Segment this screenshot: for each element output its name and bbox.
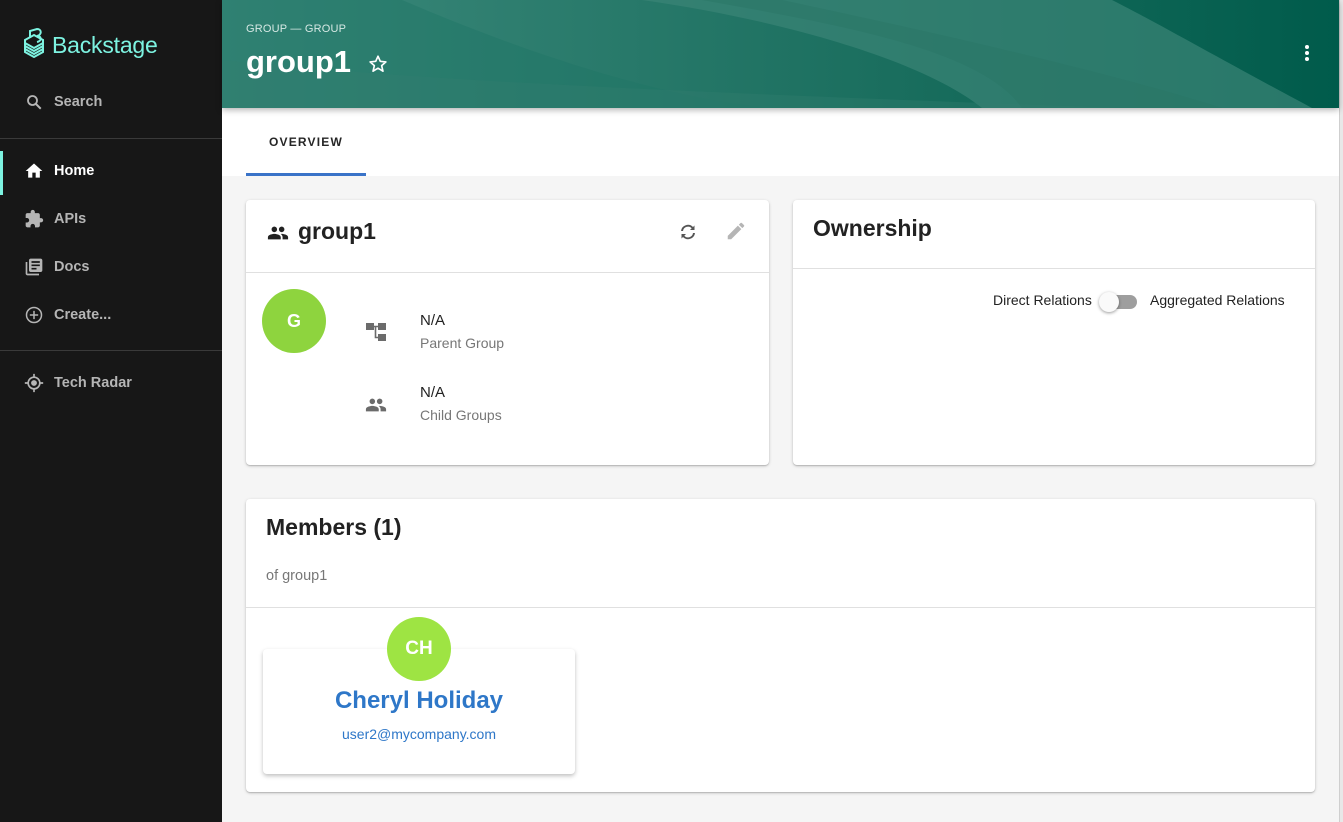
tab-bar: OVERVIEW bbox=[222, 108, 1339, 176]
search-icon bbox=[24, 92, 44, 112]
group-profile-card: group1 G N/A Parent Group N/A Child Grou… bbox=[246, 200, 769, 465]
refresh-icon[interactable] bbox=[676, 220, 700, 249]
add-circle-icon bbox=[24, 305, 44, 325]
page-scrollbar[interactable] bbox=[1339, 0, 1343, 822]
main-content: GROUP — GROUP group1 OVERVIEW group1 G N… bbox=[222, 0, 1339, 822]
parent-group-icon bbox=[365, 321, 387, 348]
group-icon bbox=[266, 222, 290, 249]
sidebar-divider bbox=[0, 350, 222, 351]
child-groups-icon bbox=[364, 394, 388, 421]
puzzle-icon bbox=[24, 209, 44, 229]
child-groups-label: Child Groups bbox=[420, 407, 502, 423]
sidebar-item-label: Home bbox=[54, 163, 95, 179]
ownership-card-title: Ownership bbox=[813, 215, 932, 241]
more-options-icon[interactable] bbox=[1297, 43, 1317, 65]
member-avatar: CH bbox=[387, 617, 451, 681]
page-title: group1 bbox=[246, 44, 352, 79]
sidebar-item-label: Tech Radar bbox=[54, 375, 132, 391]
card-divider bbox=[246, 607, 1315, 608]
card-divider bbox=[793, 268, 1315, 269]
radar-icon bbox=[24, 373, 44, 393]
sidebar-item-apis[interactable]: APIs bbox=[0, 195, 222, 243]
members-card-subtitle: of group1 bbox=[266, 568, 328, 584]
sidebar-item-home[interactable]: Home bbox=[0, 147, 222, 195]
toggle-thumb bbox=[1099, 292, 1119, 312]
sidebar-item-label: Docs bbox=[54, 259, 90, 275]
breadcrumb: GROUP — GROUP bbox=[246, 23, 347, 35]
child-groups-value: N/A bbox=[420, 384, 446, 401]
direct-relations-label: Direct Relations bbox=[993, 292, 1092, 308]
group-avatar: G bbox=[262, 289, 326, 353]
page-header: GROUP — GROUP group1 bbox=[222, 0, 1339, 108]
member-name-link[interactable]: Cheryl Holiday bbox=[263, 687, 575, 715]
sidebar-item-label: Search bbox=[54, 94, 103, 110]
sidebar-item-create[interactable]: Create... bbox=[0, 291, 222, 339]
backstage-logo-icon bbox=[22, 27, 46, 63]
sidebar-item-tech-radar[interactable]: Tech Radar bbox=[0, 359, 222, 407]
sidebar-item-search[interactable]: Search bbox=[0, 78, 222, 126]
sidebar: Backstage Search Home APIs Docs Create..… bbox=[0, 0, 222, 822]
tab-active-indicator bbox=[246, 173, 366, 176]
members-card-title: Members (1) bbox=[266, 514, 402, 540]
home-icon bbox=[24, 161, 44, 181]
sidebar-divider bbox=[0, 138, 222, 139]
sidebar-item-label: APIs bbox=[54, 211, 87, 227]
members-card: Members (1) of group1 Cheryl Holiday use… bbox=[246, 499, 1315, 792]
sidebar-item-label: Create... bbox=[54, 307, 112, 323]
relations-toggle-switch[interactable] bbox=[1099, 291, 1139, 313]
ownership-card: Ownership Direct Relations Aggregated Re… bbox=[793, 200, 1315, 465]
library-books-icon bbox=[24, 257, 44, 277]
favorite-star-icon[interactable] bbox=[367, 53, 389, 80]
sidebar-item-docs[interactable]: Docs bbox=[0, 243, 222, 291]
parent-group-value: N/A bbox=[420, 312, 446, 329]
edit-icon[interactable] bbox=[725, 220, 747, 247]
card-divider bbox=[246, 272, 769, 273]
backstage-logo[interactable]: Backstage bbox=[22, 27, 158, 63]
header-wave-pattern bbox=[222, 0, 1339, 108]
aggregated-relations-label: Aggregated Relations bbox=[1150, 292, 1285, 308]
logo-text: Backstage bbox=[52, 32, 158, 58]
parent-group-label: Parent Group bbox=[420, 335, 505, 351]
group-card-title: group1 bbox=[298, 218, 376, 244]
tab-overview[interactable]: OVERVIEW bbox=[246, 108, 366, 176]
member-email-link[interactable]: user2@mycompany.com bbox=[263, 726, 575, 742]
